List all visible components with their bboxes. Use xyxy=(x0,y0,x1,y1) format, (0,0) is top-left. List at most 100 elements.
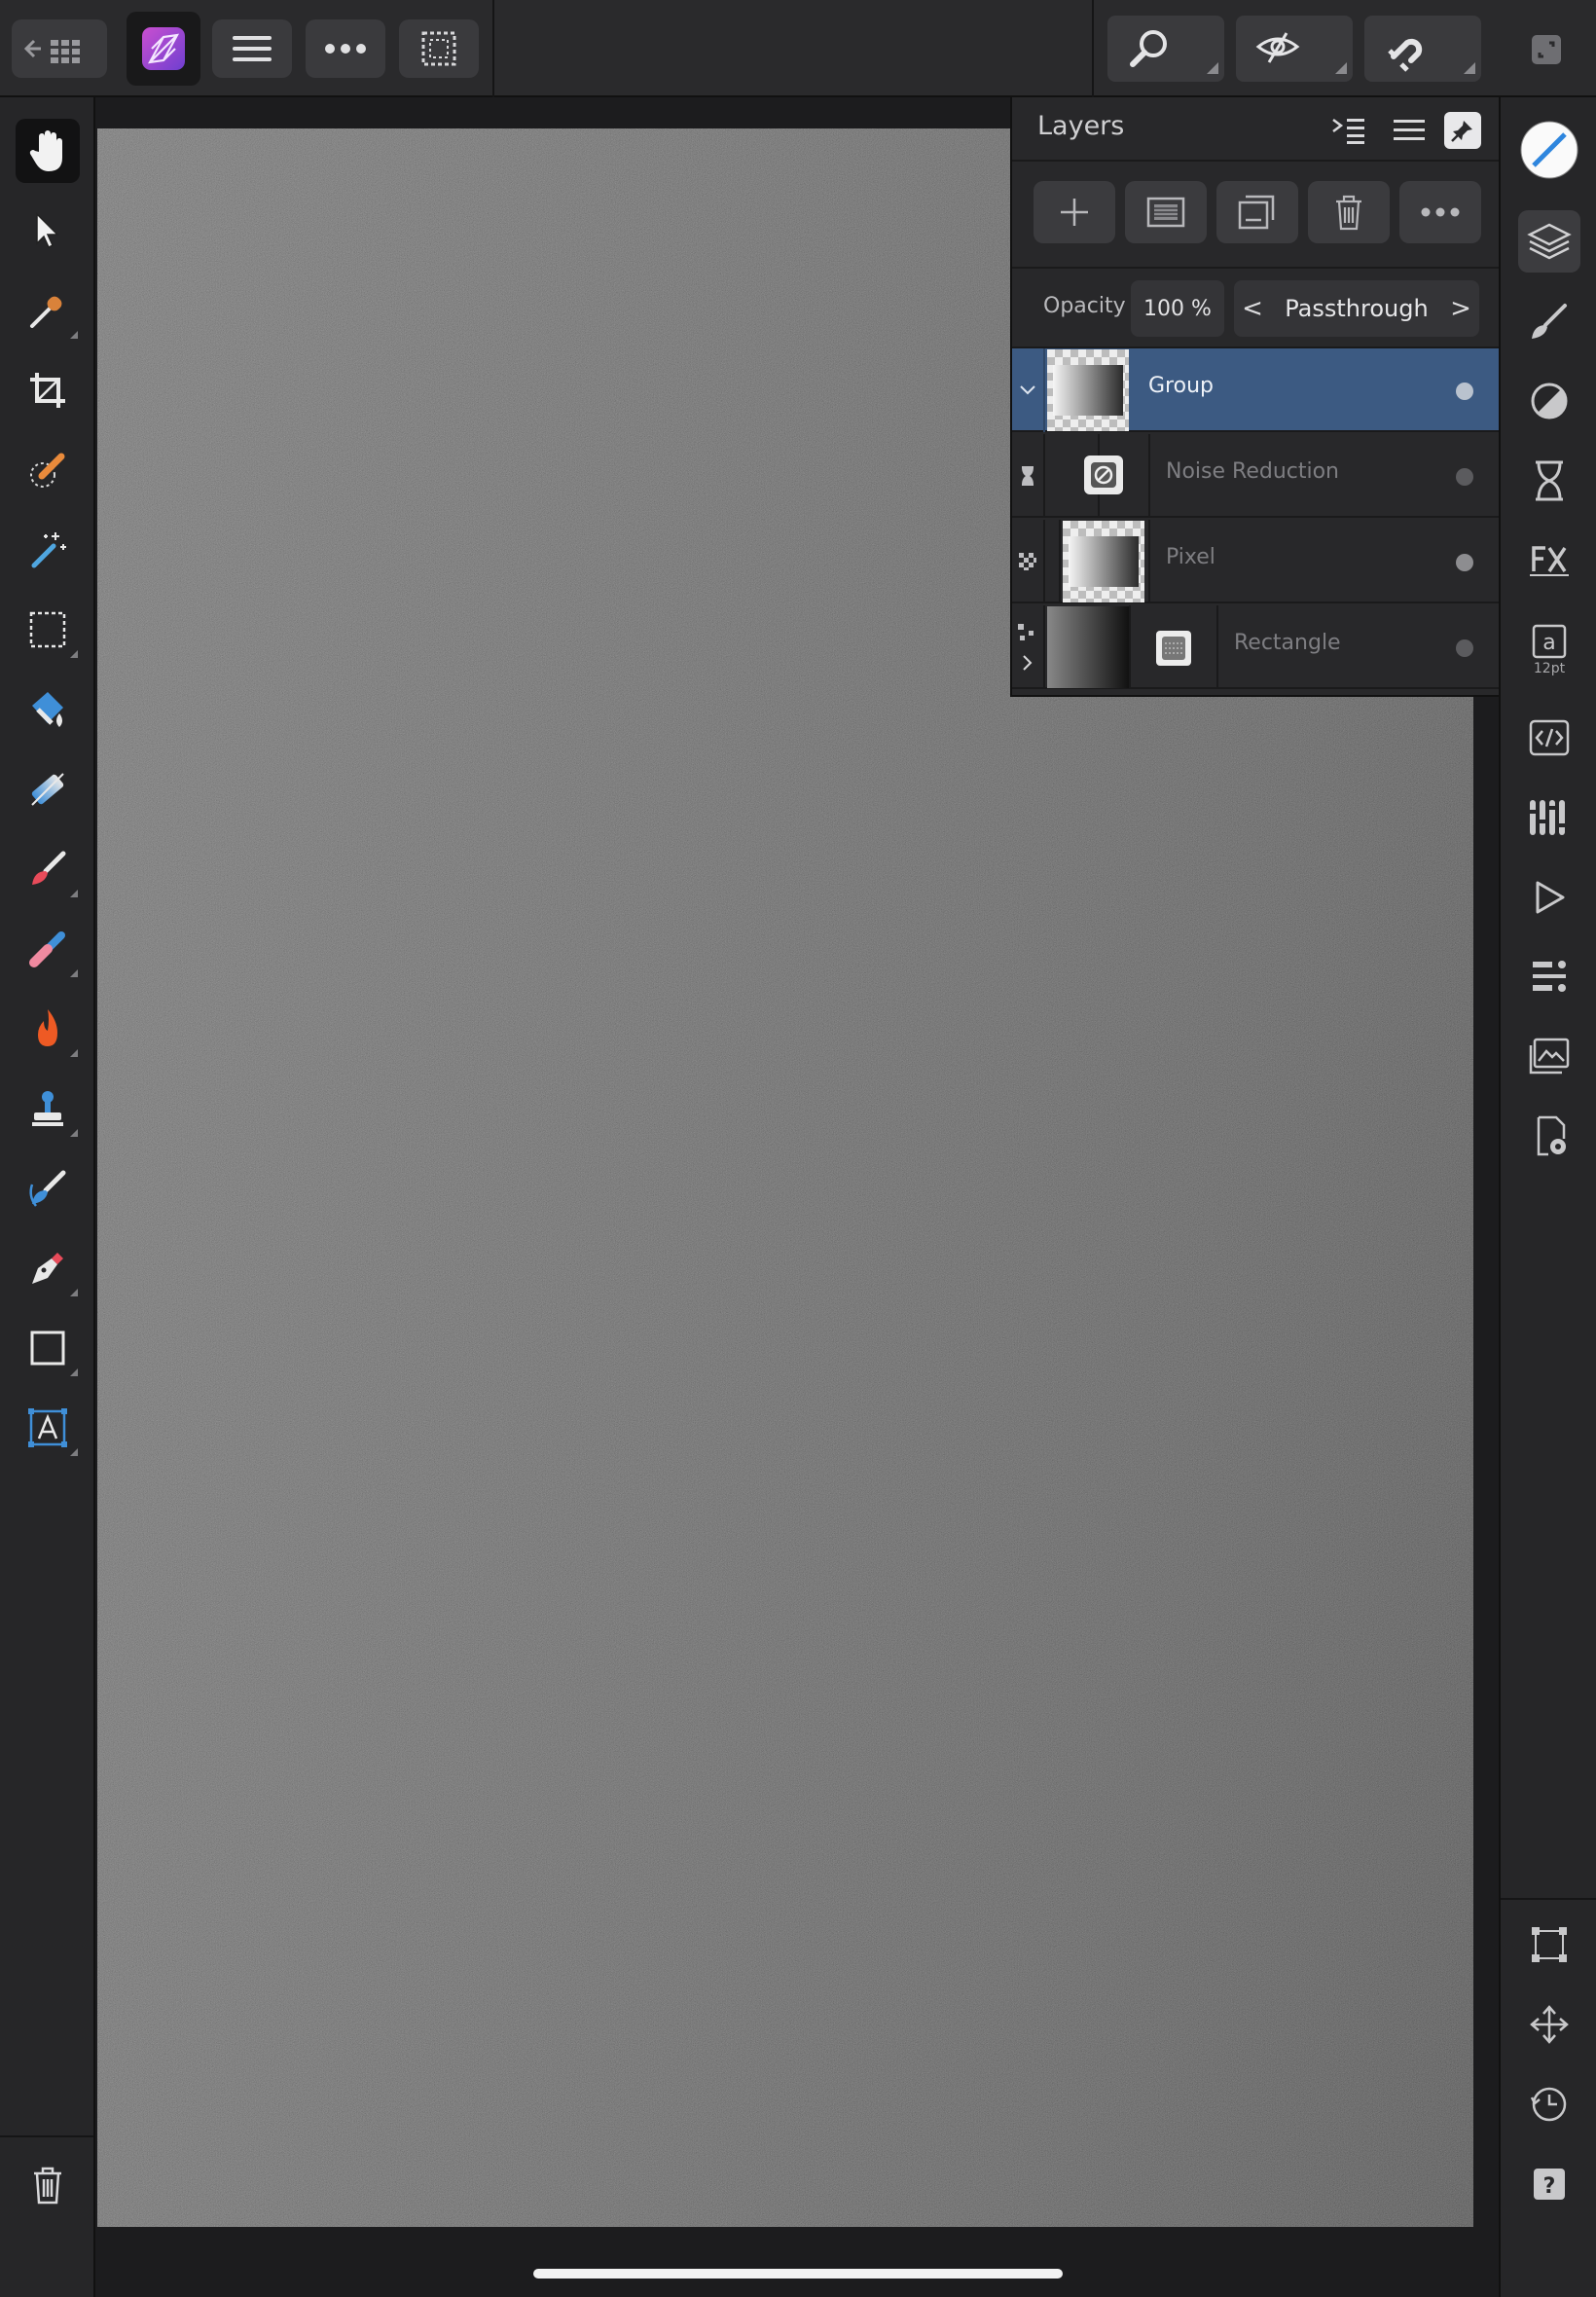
help-button[interactable]: ? xyxy=(1518,2153,1580,2215)
blend-prev-button[interactable]: < xyxy=(1238,292,1267,325)
layer-name: Group xyxy=(1148,374,1214,398)
back-to-gallery-button[interactable] xyxy=(12,19,107,78)
artistic-text-tool[interactable] xyxy=(16,1396,80,1460)
more-icon xyxy=(325,44,366,54)
smudge-tool[interactable] xyxy=(16,1156,80,1221)
menu-button[interactable] xyxy=(212,19,292,78)
mask-layer-button[interactable] xyxy=(1125,181,1207,243)
layer-row-noise-reduction[interactable]: Noise Reduction xyxy=(1012,434,1499,518)
layer-more-button[interactable] xyxy=(1399,181,1481,243)
home-indicator[interactable] xyxy=(533,2269,1063,2279)
adjustments-studio-button[interactable] xyxy=(1518,370,1580,432)
selection-brush-tool[interactable] xyxy=(16,438,80,502)
hamburger-icon xyxy=(233,36,272,61)
snapping-button[interactable] xyxy=(1364,16,1481,82)
submenu-indicator-icon xyxy=(70,1289,78,1296)
brushes-studio-button[interactable] xyxy=(1518,290,1580,352)
stock-studio-button[interactable] xyxy=(1518,1026,1580,1088)
color-picker-tool[interactable] xyxy=(16,278,80,343)
document-settings-button[interactable] xyxy=(1518,1106,1580,1168)
fx-studio-button[interactable] xyxy=(1518,529,1580,592)
gradient-tool[interactable] xyxy=(16,757,80,821)
dropdown-indicator-icon xyxy=(1207,62,1218,74)
layers-menu-button[interactable] xyxy=(1388,109,1431,152)
selection-brush-icon xyxy=(30,453,65,488)
flood-select-tool[interactable] xyxy=(16,518,80,582)
history-button[interactable] xyxy=(1518,2073,1580,2135)
visibility-toggle[interactable] xyxy=(1456,468,1473,486)
submenu-indicator-icon xyxy=(70,1448,78,1456)
rectangle-tool[interactable] xyxy=(16,1316,80,1380)
blend-mode-selector[interactable]: Passthrough < > xyxy=(1234,280,1479,337)
pin-icon xyxy=(1451,121,1472,142)
visibility-toggle[interactable] xyxy=(1456,639,1473,657)
svg-text:?: ? xyxy=(1543,2174,1556,2199)
fx-icon xyxy=(1530,546,1569,576)
move-button[interactable] xyxy=(1518,1993,1580,2056)
transform-button[interactable] xyxy=(1518,1914,1580,1976)
history-studio-button[interactable] xyxy=(1518,450,1580,512)
layer-row-group[interactable]: Group xyxy=(1012,348,1499,432)
expand-toggle[interactable] xyxy=(1012,348,1045,432)
layer-row-pixel[interactable]: Pixel xyxy=(1012,520,1499,603)
studio-divider xyxy=(1501,1898,1596,1900)
crop-tool[interactable] xyxy=(16,358,80,422)
vector-nodes-icon xyxy=(1018,624,1034,640)
pin-panel-button[interactable] xyxy=(1444,112,1481,149)
paint-bucket-icon xyxy=(32,692,63,727)
opacity-field[interactable]: 100 % xyxy=(1131,280,1224,337)
selection-button[interactable] xyxy=(399,19,479,78)
group-layers-button[interactable] xyxy=(1216,181,1298,243)
dropdown-indicator-icon xyxy=(1464,62,1475,74)
studio-bar: a 12pt ? xyxy=(1499,97,1596,2297)
help-icon: ? xyxy=(1534,2169,1565,2200)
layer-thumbnail xyxy=(1047,349,1129,431)
row-divider xyxy=(1148,434,1150,518)
channels-studio-button[interactable] xyxy=(1518,786,1580,849)
dodge-burn-tool[interactable] xyxy=(16,997,80,1061)
row-divider xyxy=(1129,605,1131,689)
marquee-tool[interactable] xyxy=(16,598,80,662)
navigator-studio-button[interactable] xyxy=(1518,946,1580,1008)
zoom-button[interactable] xyxy=(1107,16,1224,82)
adjustment-icon xyxy=(1531,383,1568,419)
delete-layer-button[interactable] xyxy=(1308,181,1390,243)
delete-button[interactable] xyxy=(16,2153,80,2217)
transform-studio-button[interactable] xyxy=(1518,707,1580,769)
layer-thumbnail xyxy=(1063,521,1144,602)
layer-row-rectangle[interactable]: Rectangle xyxy=(1012,605,1499,689)
indent-icon xyxy=(1332,119,1364,144)
toolbar-divider xyxy=(492,0,494,97)
zoom-icon xyxy=(1130,30,1167,67)
flood-fill-tool[interactable] xyxy=(16,677,80,742)
layers-options-button[interactable] xyxy=(1327,109,1370,152)
move-tool[interactable] xyxy=(16,199,80,263)
back-to-gallery-icon xyxy=(23,39,80,63)
more-button[interactable] xyxy=(306,19,385,78)
fullscreen-button[interactable] xyxy=(1530,33,1563,66)
toolbar-divider xyxy=(1092,0,1094,97)
view-mode-button[interactable] xyxy=(1236,16,1353,82)
expand-toggle[interactable] xyxy=(1012,605,1045,689)
visibility-toggle[interactable] xyxy=(1456,383,1473,400)
macro-studio-button[interactable] xyxy=(1518,866,1580,929)
affinity-photo-button[interactable] xyxy=(127,12,200,86)
row-divider xyxy=(1148,520,1150,603)
layers-studio-button[interactable] xyxy=(1518,210,1580,273)
clone-tool[interactable] xyxy=(16,1076,80,1141)
paint-brush-tool[interactable] xyxy=(16,837,80,901)
visibility-toggle[interactable] xyxy=(1456,554,1473,571)
tools-divider xyxy=(0,2135,93,2137)
blend-next-button[interactable]: > xyxy=(1446,292,1475,325)
add-layer-button[interactable] xyxy=(1034,181,1115,243)
color-studio-button[interactable] xyxy=(1518,119,1580,181)
submenu-indicator-icon xyxy=(70,650,78,658)
erase-brush-tool[interactable] xyxy=(16,917,80,981)
code-box-icon xyxy=(1529,719,1570,756)
adjustment-thumbnail xyxy=(1084,456,1123,494)
clock-history-icon xyxy=(1530,2087,1567,2122)
text-styles-studio-button[interactable]: a 12pt xyxy=(1518,609,1580,691)
flame-icon xyxy=(38,1009,57,1046)
pen-tool[interactable] xyxy=(16,1236,80,1300)
view-tool[interactable] xyxy=(16,119,80,183)
